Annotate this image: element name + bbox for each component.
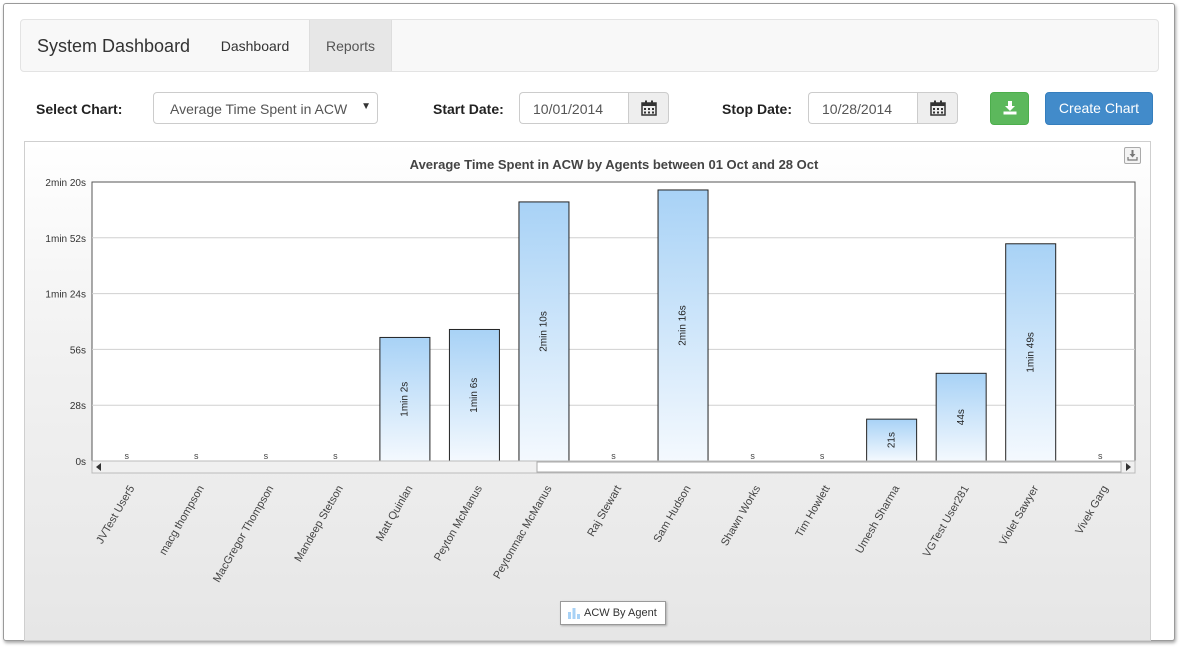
y-tick-label: 1min 52s bbox=[45, 234, 86, 245]
x-tick-label: Matt Quinlan bbox=[374, 484, 416, 544]
y-tick-label: 1min 24s bbox=[45, 290, 86, 301]
data-label: s bbox=[264, 451, 269, 461]
data-label: s bbox=[820, 451, 825, 461]
x-tick-label: MacGregor Thompson bbox=[211, 484, 276, 585]
chart-legend[interactable]: ACW By Agent bbox=[560, 601, 666, 625]
data-label: s bbox=[194, 451, 199, 461]
y-tick-label: 0s bbox=[75, 457, 86, 468]
bar-chart-icon bbox=[568, 608, 580, 619]
x-tick-label: Raj Stewart bbox=[585, 484, 624, 539]
x-tick-label: Vivek Garg bbox=[1073, 484, 1111, 537]
data-label: s bbox=[1098, 451, 1103, 461]
data-label: 1min 49s bbox=[1025, 332, 1036, 373]
scrollbar-thumb[interactable] bbox=[536, 461, 1122, 473]
legend-series-name: ACW By Agent bbox=[584, 607, 657, 619]
data-label: 1min 6s bbox=[469, 378, 480, 413]
data-label: 21s bbox=[886, 432, 897, 448]
x-tick-label: Mandeep Stetson bbox=[292, 484, 346, 565]
y-tick-label: 28s bbox=[70, 401, 86, 412]
data-label: 2min 16s bbox=[678, 305, 689, 346]
x-tick-label: Umesh Sharma bbox=[854, 483, 903, 556]
bar-chart: 0s 28s 56s 1min 24s 1min 52s 2min 20s s JVTest … bbox=[45, 178, 1136, 585]
x-tick-label: Tim Howlett bbox=[793, 484, 832, 540]
x-tick-label: Peytonmac McManus bbox=[491, 483, 555, 581]
x-tick-label: VGTest User281 bbox=[921, 484, 972, 560]
y-tick-label: 56s bbox=[70, 345, 86, 356]
data-label: s bbox=[125, 451, 130, 461]
data-label: 2min 10s bbox=[539, 311, 550, 352]
x-tick-label: Peyton McManus bbox=[432, 483, 485, 563]
data-label: 44s bbox=[956, 409, 967, 425]
x-tick-label: macg thompson bbox=[157, 484, 207, 558]
data-label: 1min 2s bbox=[400, 382, 411, 417]
x-tick-label: JVTest User5 bbox=[94, 484, 137, 547]
data-label: s bbox=[611, 451, 616, 461]
x-tick-label: Violet Sawyer bbox=[997, 483, 1041, 547]
x-tick-label: Sam Hudson bbox=[651, 484, 693, 545]
data-label: s bbox=[750, 451, 755, 461]
y-tick-label: 2min 20s bbox=[45, 178, 86, 189]
data-label: s bbox=[333, 451, 338, 461]
x-tick-label: Shawn Works bbox=[719, 483, 763, 548]
